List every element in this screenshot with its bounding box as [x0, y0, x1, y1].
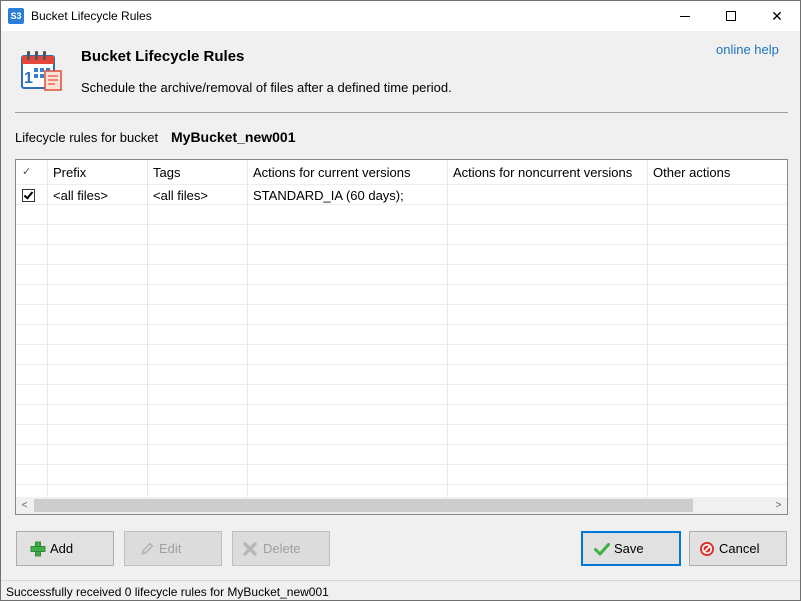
- rule-tags[interactable]: <all files>: [153, 188, 208, 203]
- add-button[interactable]: Add: [16, 531, 114, 566]
- scroll-thumb[interactable]: [34, 499, 693, 512]
- checkmark-icon: [594, 543, 610, 556]
- rule-current-actions[interactable]: STANDARD_IA (60 days);: [253, 188, 404, 203]
- header-prefix[interactable]: Prefix: [53, 165, 86, 180]
- scroll-left-button[interactable]: <: [16, 497, 33, 514]
- row-divider: [16, 464, 787, 465]
- row-divider: [16, 324, 787, 325]
- row-divider: [16, 284, 787, 285]
- status-text: Successfully received 0 lifecycle rules …: [6, 585, 329, 599]
- row-divider: [16, 304, 787, 305]
- edit-button-label: Edit: [159, 541, 182, 556]
- row-divider: [16, 364, 787, 365]
- row-divider: [16, 344, 787, 345]
- header-description: Schedule the archive/removal of files af…: [81, 80, 452, 95]
- title-bar: S3 Bucket Lifecycle Rules ✕: [1, 1, 800, 31]
- header-check[interactable]: ✓: [22, 165, 31, 178]
- row-divider: [16, 264, 787, 265]
- row-divider: [16, 224, 787, 225]
- bucket-label: Lifecycle rules for bucket: [15, 130, 159, 145]
- column-tags: [148, 160, 248, 497]
- row-divider: [16, 424, 787, 425]
- plus-icon: [30, 541, 46, 557]
- header-title: Bucket Lifecycle Rules: [81, 48, 245, 65]
- row-divider: [16, 184, 787, 185]
- delete-button[interactable]: Delete: [232, 531, 330, 566]
- edit-button[interactable]: Edit: [124, 531, 222, 566]
- cancel-button-label: Cancel: [719, 541, 760, 556]
- rule-enabled-checkbox[interactable]: [22, 189, 35, 202]
- delete-button-label: Delete: [263, 541, 301, 556]
- horizontal-scrollbar[interactable]: < >: [16, 497, 787, 514]
- header-separator: [15, 112, 788, 113]
- column-current: [248, 160, 448, 497]
- maximize-icon: [726, 11, 736, 21]
- window-title: Bucket Lifecycle Rules: [31, 9, 152, 23]
- checkmark-icon: [23, 189, 34, 200]
- row-divider: [16, 384, 787, 385]
- save-button[interactable]: Save: [581, 531, 681, 566]
- rule-prefix[interactable]: <all files>: [53, 188, 108, 203]
- header-tags[interactable]: Tags: [153, 165, 180, 180]
- add-button-label: Add: [50, 541, 74, 556]
- header-current-actions[interactable]: Actions for current versions: [253, 165, 411, 180]
- svg-text:1: 1: [24, 70, 33, 87]
- cancel-button[interactable]: Cancel: [689, 531, 787, 566]
- pencil-icon: [141, 542, 154, 555]
- minimize-button[interactable]: [662, 1, 708, 31]
- app-icon: S3: [8, 8, 24, 24]
- calendar-icon: 1: [21, 51, 62, 91]
- lifecycle-rules-grid[interactable]: ✓ Prefix Tags Actions for current versio…: [15, 159, 788, 515]
- column-noncurrent: [448, 160, 648, 497]
- save-button-label: Save: [614, 541, 644, 556]
- close-icon: ✕: [771, 8, 783, 24]
- status-bar: Successfully received 0 lifecycle rules …: [1, 580, 800, 600]
- row-divider: [16, 484, 787, 485]
- row-divider: [16, 444, 787, 445]
- row-divider: [16, 404, 787, 405]
- delete-icon: [243, 542, 257, 556]
- row-divider: [16, 204, 787, 205]
- cancel-icon: [700, 542, 714, 556]
- online-help-link[interactable]: online help: [716, 42, 779, 57]
- maximize-button[interactable]: [708, 1, 754, 31]
- lifecycle-rules-dialog: S3 Bucket Lifecycle Rules ✕ 1 Bucket Lif…: [0, 0, 801, 601]
- column-check: [16, 160, 48, 497]
- column-prefix: [48, 160, 148, 497]
- header-noncurrent-actions[interactable]: Actions for noncurrent versions: [453, 165, 632, 180]
- scroll-right-button[interactable]: >: [770, 497, 787, 514]
- header-other-actions[interactable]: Other actions: [653, 165, 730, 180]
- row-divider: [16, 244, 787, 245]
- minimize-icon: [680, 16, 690, 17]
- bucket-name: MyBucket_new001: [171, 129, 296, 145]
- close-button[interactable]: ✕: [754, 1, 800, 31]
